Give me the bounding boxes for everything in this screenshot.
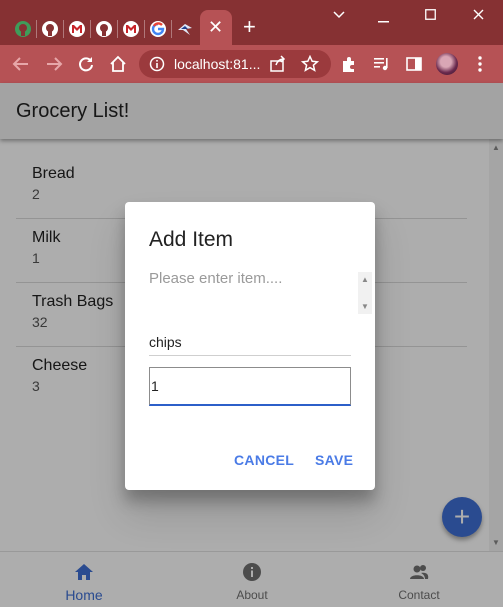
maximize-icon[interactable] bbox=[425, 8, 436, 24]
tab-separator bbox=[144, 20, 145, 38]
site-info-icon[interactable] bbox=[149, 56, 165, 72]
reload-icon[interactable] bbox=[76, 54, 96, 74]
tab-separator bbox=[117, 20, 118, 38]
github-icon[interactable] bbox=[14, 20, 32, 38]
browser-toolbar: localhost:81... bbox=[0, 45, 503, 83]
add-item-dialog: Add Item ▲ ▼ CANCEL SAVE bbox=[125, 202, 375, 490]
github-icon[interactable] bbox=[41, 20, 59, 38]
share-icon[interactable] bbox=[268, 54, 288, 74]
forward-icon[interactable] bbox=[44, 54, 64, 74]
side-panel-icon[interactable] bbox=[404, 54, 424, 74]
tab-search-icon[interactable] bbox=[333, 8, 345, 24]
google-icon[interactable] bbox=[149, 20, 167, 38]
quantity-input[interactable] bbox=[149, 367, 351, 406]
cancel-button[interactable]: CANCEL bbox=[234, 452, 294, 468]
extensions-icon[interactable] bbox=[339, 54, 359, 74]
tab-separator bbox=[63, 20, 64, 38]
app-icon[interactable] bbox=[176, 20, 194, 38]
github-icon[interactable] bbox=[95, 20, 113, 38]
scroll-down-icon[interactable]: ▼ bbox=[361, 302, 369, 311]
tab-separator bbox=[171, 20, 172, 38]
media-control-icon[interactable] bbox=[372, 54, 392, 74]
browser-tab-bar: ✕ + bbox=[0, 0, 503, 45]
dialog-title: Add Item bbox=[149, 228, 234, 251]
item-name-input[interactable] bbox=[149, 320, 351, 356]
new-tab-button[interactable]: + bbox=[243, 16, 256, 38]
minimize-icon[interactable] bbox=[378, 11, 389, 27]
scroll-up-icon[interactable]: ▲ bbox=[361, 275, 369, 284]
textarea-scrollbar[interactable]: ▲ ▼ bbox=[358, 272, 372, 314]
bookmark-star-icon[interactable] bbox=[300, 54, 320, 74]
home-button-icon[interactable] bbox=[108, 54, 128, 74]
profile-avatar[interactable] bbox=[436, 53, 458, 75]
url-text: localhost:81... bbox=[174, 56, 261, 72]
gmail-icon[interactable] bbox=[122, 20, 140, 38]
tab-separator bbox=[90, 20, 91, 38]
item-description-input[interactable] bbox=[149, 270, 351, 312]
menu-dots-icon[interactable] bbox=[470, 54, 490, 74]
gmail-icon[interactable] bbox=[68, 20, 86, 38]
back-icon[interactable] bbox=[11, 54, 31, 74]
active-tab[interactable]: ✕ bbox=[200, 10, 232, 45]
close-window-icon[interactable] bbox=[473, 8, 484, 24]
close-tab-icon[interactable]: ✕ bbox=[208, 18, 223, 36]
save-button[interactable]: SAVE bbox=[315, 452, 353, 468]
tab-separator bbox=[36, 20, 37, 38]
